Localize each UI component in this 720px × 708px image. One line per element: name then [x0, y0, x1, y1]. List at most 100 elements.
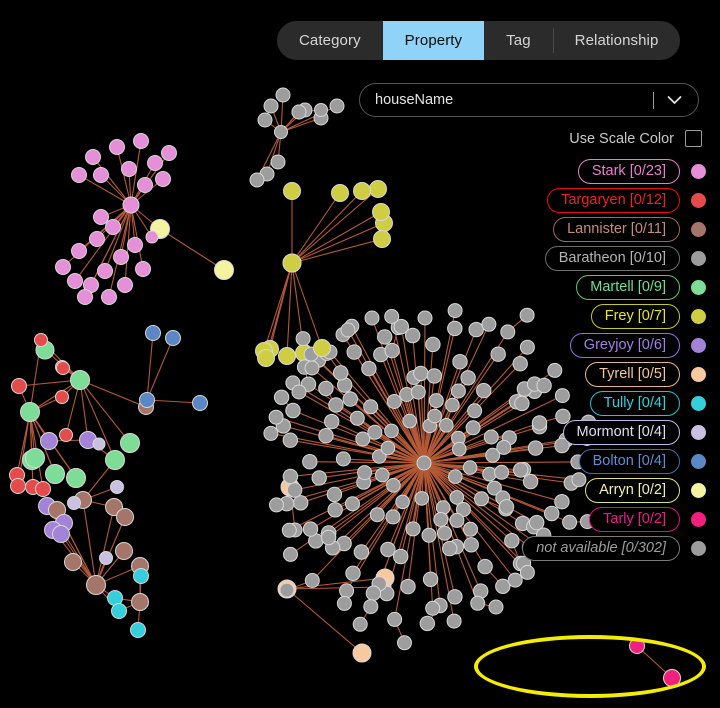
graph-node[interactable] [327, 502, 343, 518]
graph-node[interactable] [270, 154, 286, 170]
graph-node[interactable] [145, 325, 161, 341]
legend-color-dot[interactable] [691, 280, 706, 295]
graph-node[interactable] [353, 182, 371, 200]
graph-node[interactable] [328, 397, 344, 413]
graph-node[interactable] [165, 330, 181, 346]
graph-node[interactable] [70, 370, 90, 390]
graph-node[interactable] [372, 203, 390, 221]
graph-node[interactable] [504, 533, 520, 549]
graph-node[interactable] [117, 277, 133, 293]
graph-node[interactable] [147, 155, 163, 171]
graph-node[interactable] [386, 478, 401, 493]
graph-node[interactable] [352, 643, 372, 663]
graph-node[interactable] [339, 583, 355, 599]
graph-node[interactable] [428, 393, 444, 409]
graph-node[interactable] [449, 490, 465, 505]
graph-node[interactable] [137, 177, 153, 193]
graph-node[interactable] [384, 342, 400, 359]
graph-node[interactable] [345, 565, 361, 581]
graph-node[interactable] [468, 321, 484, 338]
graph-node[interactable] [416, 455, 432, 471]
legend-pill[interactable]: Frey [0/7] [590, 304, 680, 329]
graph-node[interactable] [462, 460, 478, 475]
graph-node[interactable] [55, 390, 69, 404]
graph-node[interactable] [121, 161, 137, 177]
graph-node[interactable] [77, 289, 93, 305]
legend-row[interactable]: Tyrell [0/5] [522, 360, 710, 389]
graph-node[interactable] [377, 329, 393, 345]
graph-node[interactable] [55, 259, 71, 275]
graph-node[interactable] [278, 347, 296, 365]
legend-color-dot[interactable] [691, 541, 706, 556]
graph-node[interactable] [329, 98, 345, 114]
legend-color-dot[interactable] [691, 222, 706, 237]
property-select[interactable]: houseName [359, 83, 699, 117]
graph-node[interactable] [507, 572, 523, 588]
graph-node[interactable] [304, 573, 320, 588]
graph-node[interactable] [500, 324, 516, 340]
graph-node[interactable] [214, 260, 234, 280]
graph-node[interactable] [139, 392, 155, 408]
graph-node[interactable] [373, 230, 391, 248]
graph-node[interactable] [369, 180, 387, 198]
legend-color-dot[interactable] [691, 454, 706, 469]
graph-node[interactable] [131, 593, 149, 611]
graph-node[interactable] [291, 104, 307, 120]
graph-node[interactable] [268, 409, 284, 425]
graph-node[interactable] [331, 184, 349, 202]
graph-node[interactable] [384, 423, 399, 439]
legend-color-dot[interactable] [691, 309, 706, 324]
graph-node[interactable] [465, 420, 481, 436]
graph-node[interactable] [99, 551, 113, 565]
graph-node[interactable] [447, 303, 463, 319]
view-mode-tabs[interactable]: Category Property Tag Relationship [277, 21, 681, 60]
graph-node[interactable] [349, 410, 365, 426]
graph-node[interactable] [494, 464, 510, 480]
graph-node[interactable] [387, 611, 403, 627]
graph-node[interactable] [93, 167, 109, 183]
graph-node[interactable] [283, 182, 301, 200]
legend-pill[interactable]: Greyjoy [0/6] [569, 333, 680, 358]
graph-node[interactable] [105, 450, 125, 470]
legend-color-dot[interactable] [691, 483, 706, 498]
graph-node[interactable] [67, 273, 83, 289]
graph-node[interactable] [447, 320, 463, 337]
legend-row[interactable]: Targaryen [0/12] [522, 186, 710, 215]
graph-node[interactable] [335, 451, 351, 467]
tab-category[interactable]: Category [277, 21, 383, 60]
graph-node[interactable] [161, 145, 177, 161]
legend-pill[interactable]: Arryn [0/2] [585, 478, 680, 503]
graph-node[interactable] [302, 454, 318, 470]
legend-pill[interactable]: Tyrell [0/5] [585, 362, 680, 387]
use-scale-color-checkbox[interactable] [685, 130, 702, 147]
graph-node[interactable] [427, 408, 443, 424]
graph-node[interactable] [263, 98, 279, 114]
house-legend[interactable]: Stark [0/23] Targaryen [0/12] Lannister [0… [522, 157, 710, 563]
graph-node[interactable] [363, 599, 379, 615]
graph-node[interactable] [133, 133, 149, 149]
graph-node[interactable] [439, 418, 454, 433]
graph-node[interactable] [346, 344, 362, 360]
graph-node[interactable] [101, 289, 117, 305]
graph-node[interactable] [314, 103, 328, 117]
graph-node[interactable] [92, 437, 106, 451]
graph-node[interactable] [425, 600, 441, 616]
graph-node[interactable] [269, 497, 284, 513]
graph-node[interactable] [498, 499, 515, 515]
graph-node[interactable] [45, 464, 65, 484]
graph-node[interactable] [313, 339, 331, 357]
graph-node[interactable] [395, 494, 410, 510]
graph-node[interactable] [85, 149, 101, 165]
graph-node[interactable] [318, 380, 334, 397]
legend-color-dot[interactable] [691, 338, 706, 353]
graph-node[interactable] [318, 428, 334, 444]
graph-node[interactable] [274, 125, 288, 139]
graph-node[interactable] [110, 480, 124, 494]
graph-node[interactable] [130, 622, 146, 638]
graph-node[interactable] [353, 544, 370, 560]
graph-node[interactable] [293, 495, 309, 511]
graph-node[interactable] [463, 537, 479, 553]
legend-pill[interactable]: Lannister [0/11] [553, 217, 680, 242]
graph-node[interactable] [257, 349, 275, 367]
legend-pill[interactable]: Stark [0/23] [577, 159, 680, 184]
